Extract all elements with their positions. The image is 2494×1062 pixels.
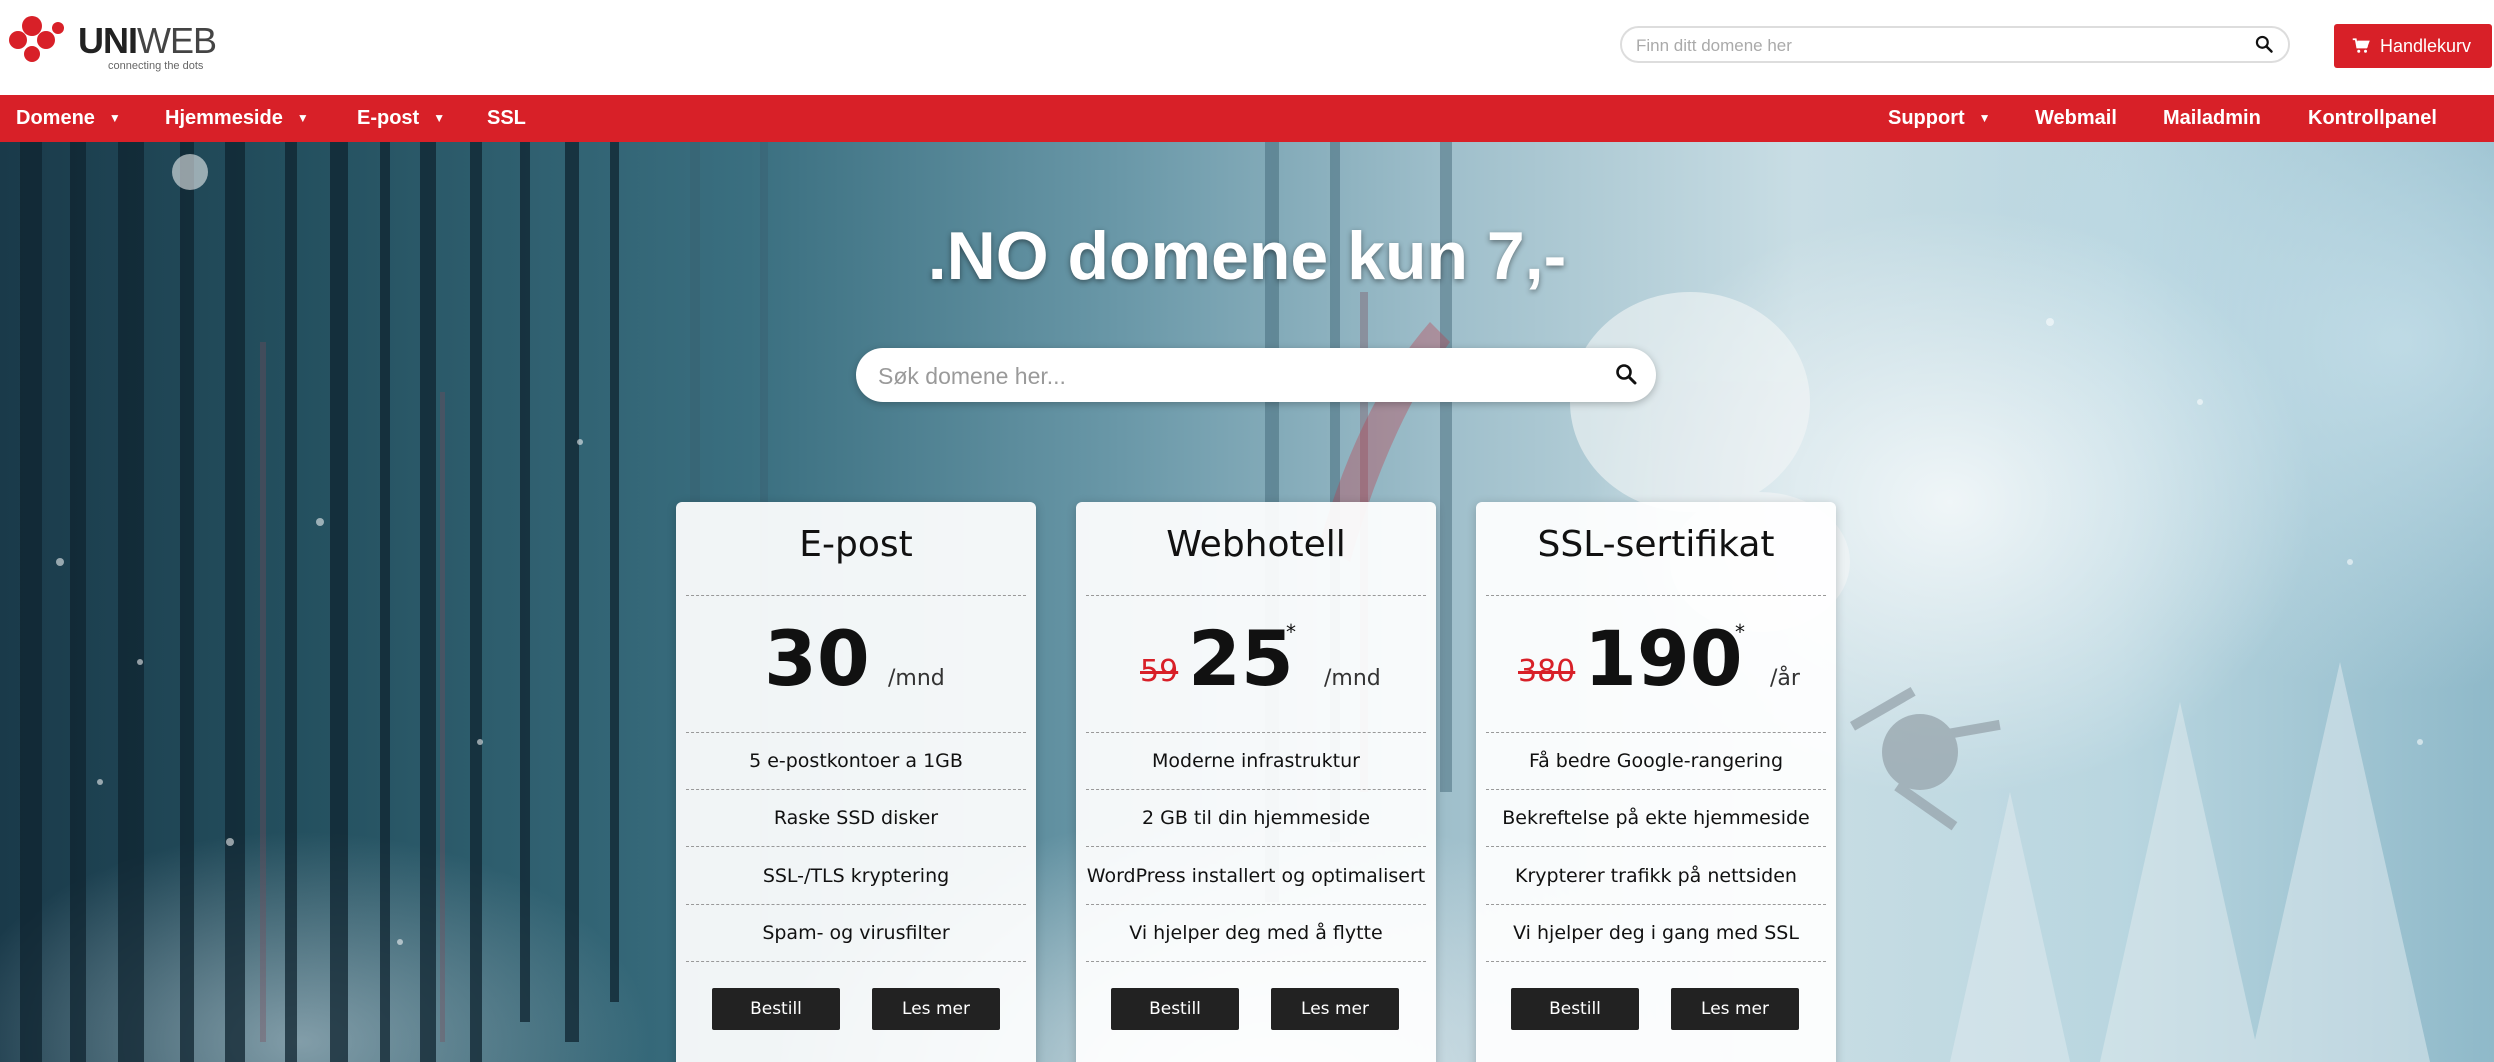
nav-item-domene[interactable]: Domene ▼ [16,95,121,142]
pricing-card-epost: E-post 30 /mnd 5 e-postkontoer a 1GB Ras… [676,502,1036,1062]
cart-label: Handlekurv [2380,36,2472,56]
divider [1486,595,1826,596]
divider [686,732,1026,733]
domain-search-input[interactable] [1634,34,2238,58]
chevron-down-icon: ▼ [296,111,309,125]
nav-item-ssl[interactable]: SSL [487,95,526,142]
cart-icon [2352,38,2370,53]
feature-item: Bekreftelse på ekte hjemmeside [1502,807,1810,829]
feature-item: Spam- og virusfilter [762,922,950,944]
read-more-button[interactable]: Les mer [1271,988,1399,1030]
cart-button[interactable]: Handlekurv [2334,24,2492,68]
card-title: Webhotell [1166,524,1346,565]
divider [1086,732,1426,733]
divider [686,961,1026,962]
divider [1086,789,1426,790]
search-icon[interactable] [2254,34,2274,54]
divider [1086,961,1426,962]
site-header: UNIWEB connecting the dots Handlekurv [0,0,2494,95]
price-row: 59 25 * /mnd [1076,612,1436,722]
chevron-down-icon: ▼ [1978,111,1991,125]
read-more-button[interactable]: Les mer [872,988,1000,1030]
price-unit: /år [1770,666,1800,691]
nav-item-mailadmin[interactable]: Mailadmin [2163,95,2261,142]
price-row: 380 190 * /år [1476,612,1836,722]
price-row: 30 /mnd [676,612,1036,722]
hero-banner: .NO domene kun 7,- E-post 30 /mnd 5 e-po… [0,142,2494,1062]
feature-item: Vi hjelper deg i gang med SSL [1513,922,1799,944]
divider [1486,789,1826,790]
price-unit: /mnd [1324,666,1381,691]
header-search [1620,26,2290,63]
price-value: 30 [764,614,870,703]
feature-item: 5 e-postkontoer a 1GB [749,750,963,772]
read-more-button[interactable]: Les mer [1671,988,1799,1030]
logo-dots-icon [9,16,64,62]
divider [686,904,1026,905]
hero-title: .NO domene kun 7,- [927,218,1567,294]
main-nav: Domene ▼ Hjemmeside ▼ E-post ▼ SSL Support ▼… [0,95,2494,142]
feature-item: SSL-/TLS kryptering [762,865,950,887]
divider [1086,846,1426,847]
old-price: 380 [1518,654,1576,689]
order-button[interactable]: Bestill [712,988,840,1030]
divider [686,846,1026,847]
divider [1486,904,1826,905]
feature-item: WordPress installert og optimalisert [1086,865,1426,887]
logo-wordmark: UNIWEB [78,20,217,61]
price-footnote-star: * [1286,620,1296,644]
order-button[interactable]: Bestill [1511,988,1639,1030]
divider [1486,846,1826,847]
feature-item: 2 GB til din hjemmeside [1141,807,1371,829]
card-title: SSL-sertifikat [1537,524,1775,565]
nav-item-webmail[interactable]: Webmail [2035,95,2117,142]
price-value: 25 [1188,614,1294,703]
divider [686,595,1026,596]
logo-tagline: connecting the dots [108,60,204,72]
feature-item: Moderne infrastruktur [1152,750,1360,772]
nav-item-epost[interactable]: E-post ▼ [357,95,445,142]
order-button[interactable]: Bestill [1111,988,1239,1030]
hero-domain-search-input[interactable] [876,360,1580,392]
nav-item-hjemmeside[interactable]: Hjemmeside ▼ [165,95,309,142]
feature-item: Raske SSD disker [773,807,939,829]
feature-item: Vi hjelper deg med å flytte [1129,922,1383,944]
chevron-down-icon: ▼ [433,111,446,125]
uniweb-logo[interactable]: UNIWEB connecting the dots [8,14,218,72]
divider [1086,595,1426,596]
nav-item-support[interactable]: Support ▼ [1888,95,1991,142]
divider [686,789,1026,790]
nav-item-kontrollpanel[interactable]: Kontrollpanel [2308,95,2437,142]
divider [1486,732,1826,733]
hero-search [856,348,1656,402]
divider [1486,961,1826,962]
pricing-card-webhotell: Webhotell 59 25 * /mnd Moderne infrastru… [1076,502,1436,1062]
price-value: 190 [1584,614,1743,703]
pricing-card-ssl: SSL-sertifikat 380 190 * /år Få bedre Go… [1476,502,1836,1062]
search-icon[interactable] [1614,362,1638,386]
price-footnote-star: * [1735,620,1745,644]
feature-item: Krypterer trafikk på nettsiden [1515,865,1797,887]
card-title: E-post [799,524,913,565]
feature-item: Få bedre Google-rangering [1528,750,1784,772]
old-price: 59 [1140,654,1179,689]
price-unit: /mnd [888,666,945,691]
chevron-down-icon: ▼ [108,111,121,125]
divider [1086,904,1426,905]
